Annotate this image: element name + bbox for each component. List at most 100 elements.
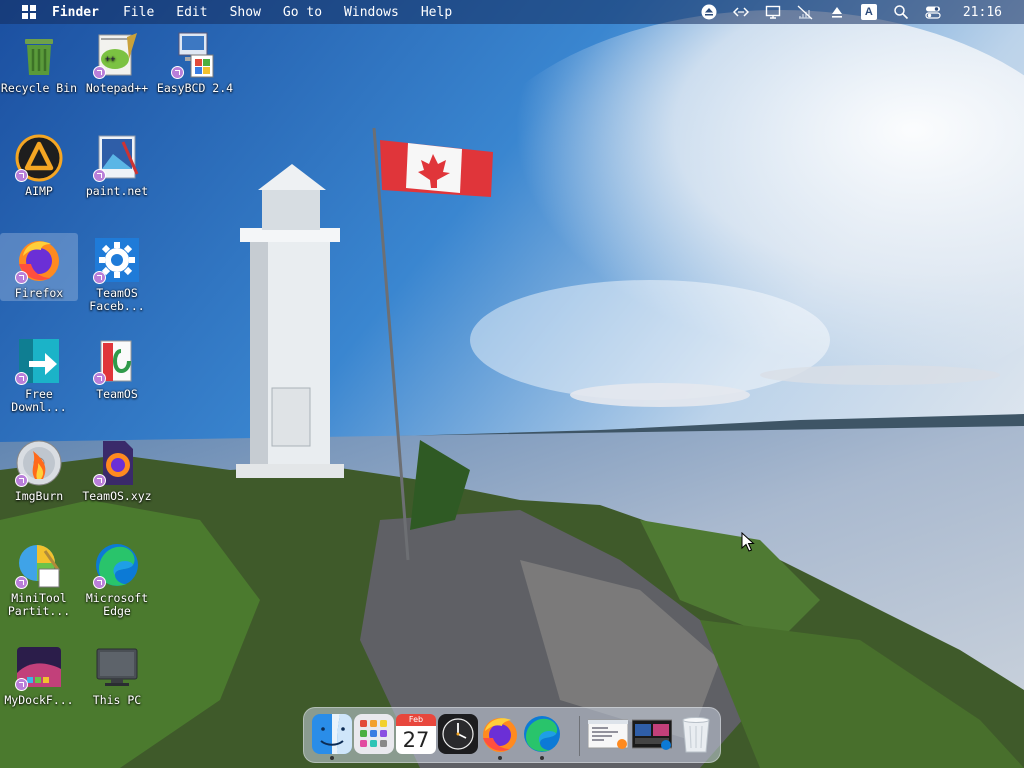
desktop-icon-label: EasyBCD 2.4	[156, 81, 234, 95]
shortcut-arrow-icon	[15, 474, 28, 487]
dock-window-thumbnail-2[interactable]	[632, 714, 672, 754]
desktop-icon-teamos[interactable]: TeamOS	[78, 337, 156, 401]
finder-icon	[312, 714, 352, 754]
desktop-icon-label: TeamOS Faceb...	[89, 286, 145, 313]
menu-go-to[interactable]: Go to	[283, 5, 322, 20]
control-center-icon[interactable]	[922, 4, 944, 20]
running-indicator	[498, 756, 502, 760]
desktop-icon-teamos-xyz[interactable]: TeamOS.xyz	[78, 439, 156, 503]
desktop-icon-label: TeamOS.xyz	[82, 489, 152, 503]
dock-launchpad[interactable]	[354, 714, 394, 754]
recycle-bin-icon	[15, 31, 63, 79]
gear-icon	[93, 236, 141, 284]
desktop-icon-label: Firefox	[14, 286, 64, 300]
dock-clock[interactable]	[438, 714, 478, 754]
dock-calendar[interactable]: Feb 27	[396, 714, 436, 754]
firefox-icon	[483, 718, 517, 752]
windows-logo-icon[interactable]	[22, 5, 36, 19]
shortcut-arrow-icon	[93, 66, 106, 79]
desktop-icon-label: Microsoft Edge	[85, 591, 149, 618]
shortcut-arrow-icon	[15, 372, 28, 385]
desktop-icon-this-pc[interactable]: This PC	[78, 643, 156, 707]
desktop-icon-aimp[interactable]: AIMP	[0, 134, 78, 198]
easybcd-icon	[171, 31, 219, 79]
menubar-clock[interactable]: 21:16	[963, 5, 1002, 20]
menu-edit[interactable]: Edit	[176, 5, 207, 20]
calendar-month: Feb	[396, 714, 436, 726]
desktop-icon-label: AIMP	[25, 184, 53, 198]
input-method-label: A	[860, 4, 877, 20]
upload-icon[interactable]	[826, 4, 848, 20]
network-icon[interactable]	[794, 4, 816, 20]
desktop-icon-label: MiniTool Partit...	[7, 591, 71, 618]
shortcut-arrow-icon	[171, 66, 184, 79]
dock-firefox[interactable]	[480, 714, 520, 760]
imgburn-icon	[15, 439, 63, 487]
desktop-icon-label: ImgBurn	[14, 489, 64, 503]
desktop-icon-free-download[interactable]: Free Downl...	[0, 337, 78, 414]
dock-window-thumbnail-1[interactable]	[588, 714, 628, 754]
window-thumbnail-icon	[588, 719, 628, 749]
desktop-icon-label: MyDockF...	[4, 693, 74, 707]
monitor-icon	[93, 643, 141, 691]
firefox-document-icon	[93, 439, 141, 487]
shortcut-arrow-icon	[93, 576, 106, 589]
menu-windows[interactable]: Windows	[344, 5, 399, 20]
svg-text:++: ++	[105, 54, 116, 64]
firefox-icon	[15, 236, 63, 284]
desktop-icon-label: This PC	[92, 693, 142, 707]
edge-icon	[93, 541, 141, 589]
menu-show[interactable]: Show	[230, 5, 261, 20]
code-icon[interactable]	[730, 4, 752, 20]
shortcut-arrow-icon	[15, 169, 28, 182]
launchpad-icon	[354, 714, 394, 754]
clock-icon	[438, 714, 478, 754]
desktop-icon-paint-net[interactable]: paint.net	[78, 134, 156, 198]
menu-bar: Finder File Edit Show Go to Windows Help…	[0, 0, 1024, 24]
teamos-icon	[93, 337, 141, 385]
display-icon[interactable]	[762, 4, 784, 20]
dock: Feb 27	[303, 707, 721, 763]
dock-finder[interactable]	[312, 714, 352, 760]
shortcut-arrow-icon	[93, 169, 106, 182]
shortcut-arrow-icon	[15, 576, 28, 589]
desktop-icon-minitool[interactable]: MiniTool Partit...	[0, 541, 78, 618]
desktop-icon-label: TeamOS	[96, 387, 138, 401]
minitool-icon	[15, 541, 63, 589]
mouse-cursor-icon	[741, 532, 755, 552]
calendar-day: 27	[396, 726, 436, 754]
shortcut-arrow-icon	[93, 372, 106, 385]
desktop-icon-label: Free Downl...	[11, 387, 67, 414]
menu-app-name[interactable]: Finder	[52, 5, 99, 20]
shortcut-arrow-icon	[15, 271, 28, 284]
desktop-icon-easybcd[interactable]: EasyBCD 2.4	[156, 31, 234, 95]
desktop-icon-firefox[interactable]: Firefox	[0, 233, 78, 301]
dock-edge[interactable]	[522, 714, 562, 760]
shortcut-arrow-icon	[93, 271, 106, 284]
dock-separator	[579, 716, 580, 756]
dock-trash[interactable]	[676, 714, 716, 754]
aimp-icon	[15, 134, 63, 182]
desktop-icon-microsoft-edge[interactable]: Microsoft Edge	[78, 541, 156, 618]
desktop-icon-notepad-plus-plus[interactable]: ++ Notepad++	[78, 31, 156, 95]
desktop-icon-recycle-bin[interactable]: Recycle Bin	[0, 31, 78, 95]
edge-icon	[524, 716, 560, 752]
trash-icon	[682, 717, 710, 753]
desktop-icon-imgburn[interactable]: ImgBurn	[0, 439, 78, 503]
desktop-icon-mydock[interactable]: MyDockF...	[0, 643, 78, 707]
desktop-icon-label: Recycle Bin	[0, 81, 78, 95]
paint-net-icon	[93, 134, 141, 182]
menu-file[interactable]: File	[123, 5, 154, 20]
running-indicator	[540, 756, 544, 760]
desktop-icon-label: Notepad++	[85, 81, 149, 95]
desktop-icon-teamos-facebook[interactable]: TeamOS Faceb...	[78, 236, 156, 313]
notepad-plus-plus-icon: ++	[93, 31, 141, 79]
window-thumbnail-icon	[632, 719, 672, 750]
menu-help[interactable]: Help	[421, 5, 452, 20]
shortcut-arrow-icon	[15, 678, 28, 691]
input-method-icon[interactable]: A	[858, 4, 880, 20]
eject-icon[interactable]	[698, 4, 720, 20]
search-icon[interactable]	[890, 4, 912, 20]
free-download-icon	[15, 337, 63, 385]
mydock-icon	[15, 643, 63, 691]
